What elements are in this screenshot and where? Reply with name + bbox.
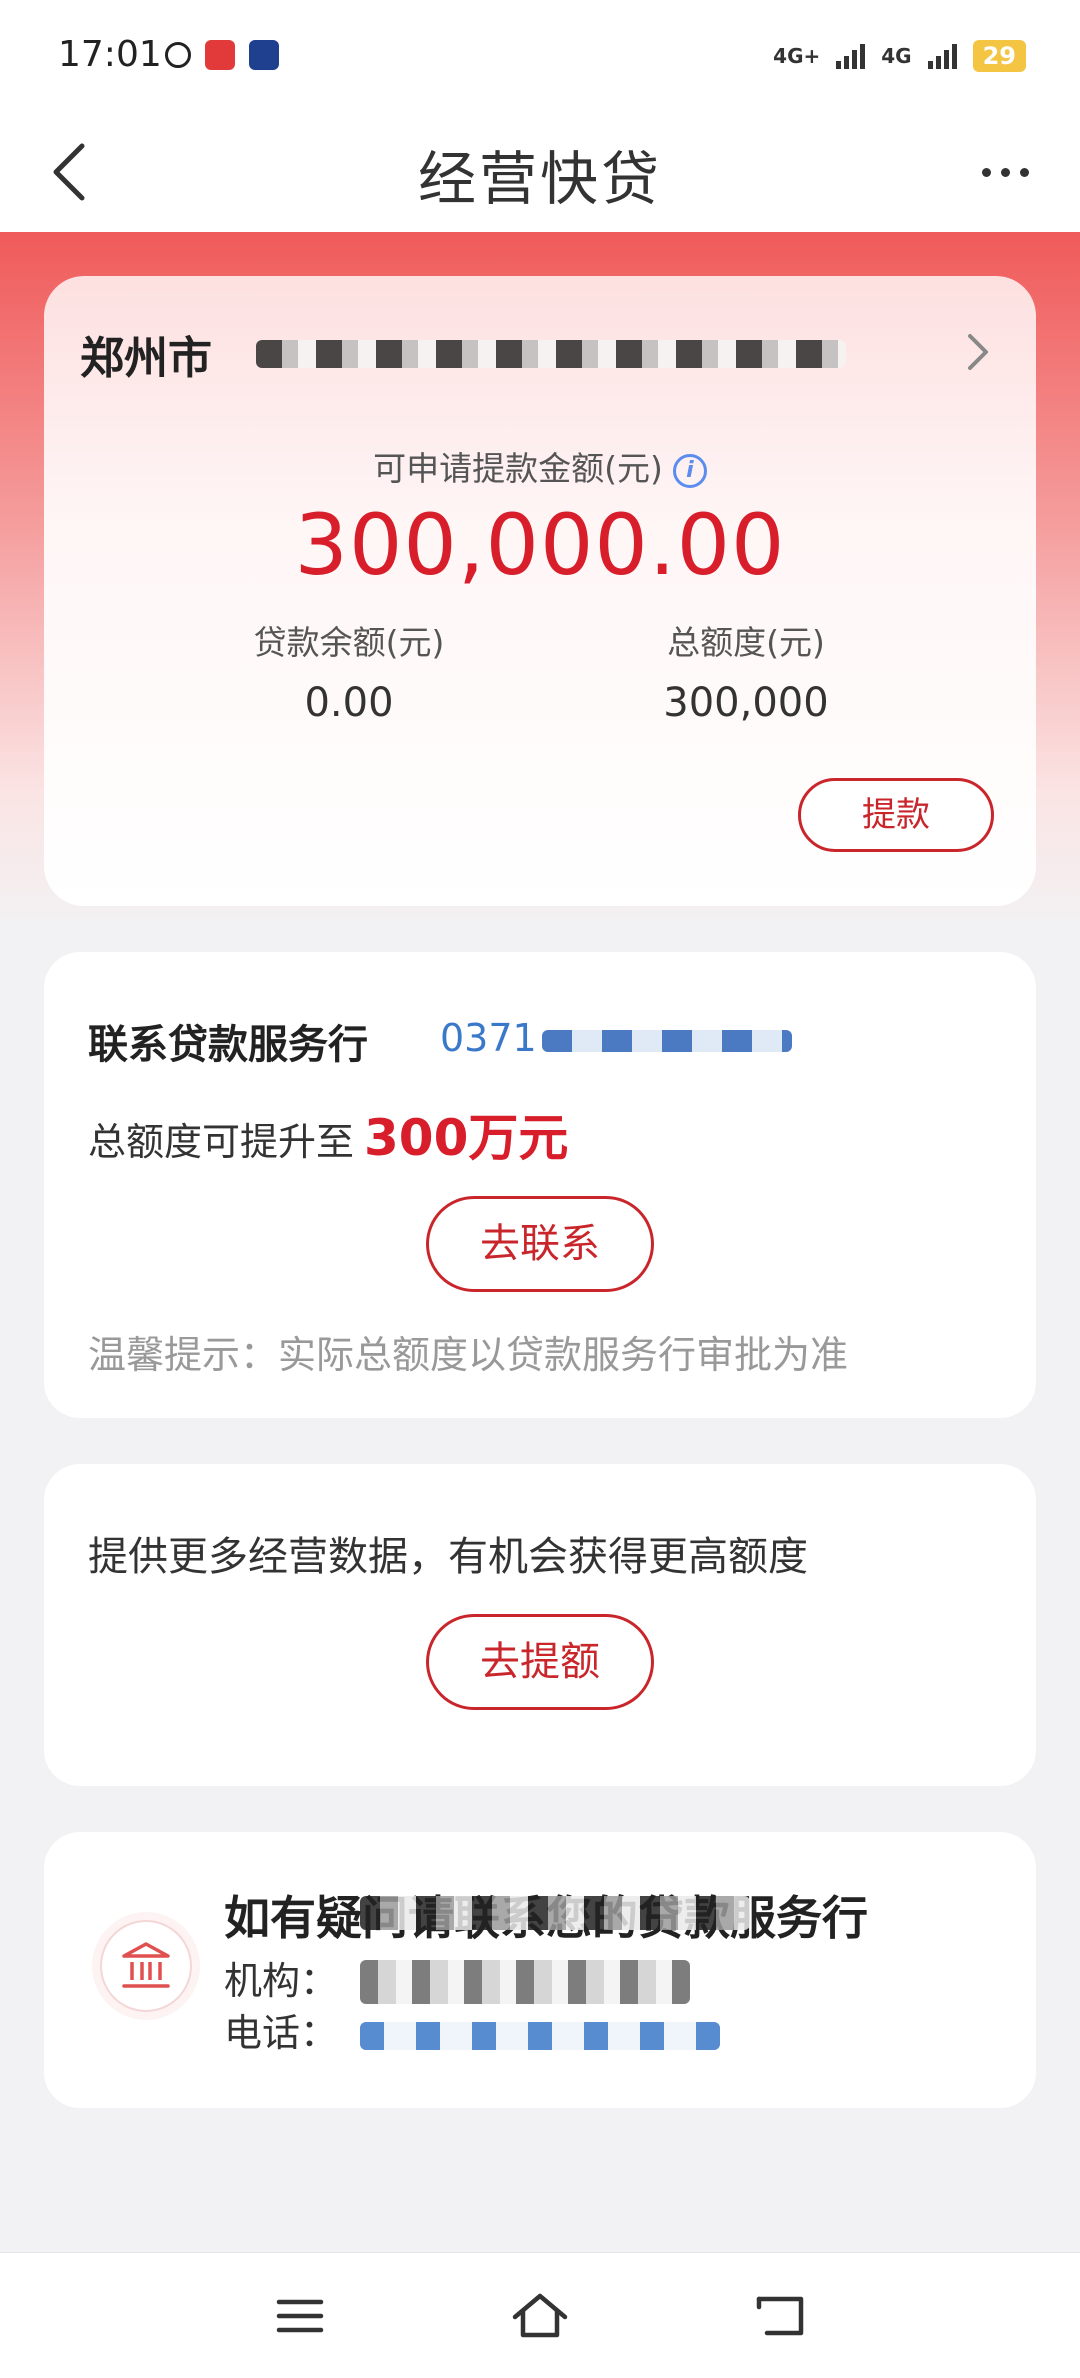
network-type-1: 4G+ [773, 44, 821, 68]
app-notification-icon [205, 40, 235, 70]
back-nav-button[interactable] [745, 2281, 815, 2351]
company-name: 郑州市 [80, 333, 212, 384]
redacted-org-info [360, 1896, 750, 1930]
available-amount-label: 可申请提款金额(元) [373, 449, 663, 488]
balance-label: 贷款余额(元) [253, 623, 445, 662]
quota-highlight: 300万元 [364, 1109, 569, 1167]
contact-title: 联系贷款服务行 [88, 1022, 368, 1068]
help-card: 如有疑问请联系您的贷款服务行 机构： 电话： [44, 1832, 1036, 2108]
withdraw-button[interactable]: 提款 [798, 778, 994, 852]
back-nav-icon [756, 2296, 804, 2336]
loan-card: 郑州市 可申请提款金额(元) i 300,000.00 贷款余额(元) 0.00 … [44, 276, 1036, 906]
total-label: 总额度(元) [667, 623, 825, 662]
redacted-phone [542, 1030, 792, 1052]
home-button[interactable] [505, 2281, 575, 2351]
tel-row: 电话： [224, 2002, 338, 2057]
org-row: 机构： [224, 1950, 338, 2005]
contact-phone[interactable]: 0371 [440, 1016, 537, 1060]
bank-icon [100, 1920, 192, 2012]
status-app-icons [165, 40, 279, 70]
status-time: 17:01 [58, 34, 162, 75]
total-stat: 总额度(元) 300,000 [596, 616, 896, 726]
contact-card: 联系贷款服务行 0371 总额度可提升至 300万元 去联系 温馨提示：实际总额度… [44, 952, 1036, 1418]
balance-value: 0.00 [304, 680, 394, 726]
total-value: 300,000 [663, 680, 829, 726]
quota-row: 总额度可提升至 300万元 [88, 1098, 568, 1170]
data-card: 提供更多经营数据，有机会获得更高额度 去提额 [44, 1464, 1036, 1786]
menu-icon [276, 2299, 324, 2333]
tel-label: 电话： [224, 2011, 339, 2055]
data-text: 提供更多经营数据，有机会获得更高额度 [88, 1534, 808, 1580]
available-amount: 300,000.00 [294, 496, 786, 594]
balance-stat: 贷款余额(元) 0.00 [199, 616, 499, 726]
status-indicators: 4G+ 4G 29 [773, 40, 1026, 72]
battery-icon: 29 [972, 40, 1026, 72]
page: 17:01 4G+ 4G 29 经营快贷 郑州市 可申请提款金额(元) i 30… [0, 0, 1080, 2378]
app-notification-icon [165, 42, 191, 68]
org-label: 机构： [224, 1959, 339, 2003]
tip-text: 温馨提示：实际总额度以贷款服务行审批为准 [88, 1333, 849, 1377]
home-icon [512, 2293, 568, 2338]
info-icon[interactable]: i [672, 453, 707, 488]
company-row[interactable]: 郑州市 [80, 314, 1000, 384]
redacted-company-name [256, 340, 846, 368]
status-bar: 17:01 4G+ 4G 29 [0, 0, 1080, 112]
chevron-right-icon [968, 334, 988, 370]
redacted-org-info [360, 1960, 690, 2004]
raise-quota-button[interactable]: 去提额 [426, 1614, 654, 1710]
available-amount-label-row: 可申请提款金额(元) i [44, 442, 1036, 490]
signal-icon [836, 43, 866, 69]
network-type-2: 4G [881, 44, 912, 68]
more-dots-icon[interactable] [970, 142, 1040, 202]
page-title: 经营快贷 [417, 145, 662, 213]
app-header: 经营快贷 [0, 112, 1080, 232]
contact-button[interactable]: 去联系 [426, 1196, 654, 1292]
redacted-tel-info [360, 2022, 720, 2050]
app-notification-icon [249, 40, 279, 70]
quota-text: 总额度可提升至 [88, 1120, 355, 1164]
system-nav-bar [0, 2252, 1080, 2378]
menu-button[interactable] [265, 2281, 335, 2351]
signal-icon [927, 43, 957, 69]
